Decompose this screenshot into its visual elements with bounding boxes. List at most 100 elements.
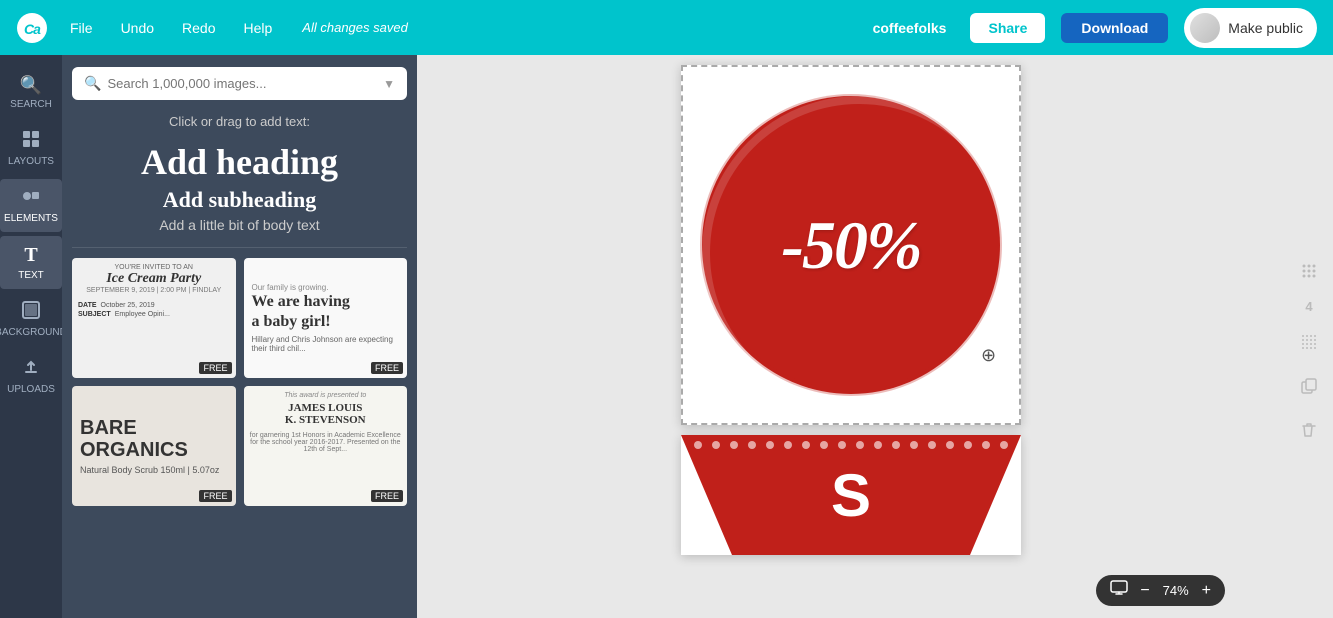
template-free-badge: FREE [199, 362, 231, 374]
template-award-name: JAMES LOUISK. STEVENSON [250, 402, 402, 426]
template-growing-text: Our family is growing. [252, 283, 400, 292]
search-icon: 🔍 [20, 75, 42, 96]
banner-dot [676, 441, 684, 449]
dotted-grid-icon[interactable] [1293, 326, 1325, 358]
menu-help[interactable]: Help [238, 16, 279, 40]
text-icon: T [24, 244, 37, 267]
canvas-area[interactable]: -50% ⊕ [417, 55, 1285, 618]
banner-dot [928, 441, 936, 449]
banner-dot [784, 441, 792, 449]
banner-letter: S [831, 461, 871, 530]
icon-sidebar: 🔍 SEARCH LAYOUTS ELEMENTS [0, 55, 62, 618]
template-bare-product: Natural Body Scrub 150ml | 5.07oz [80, 465, 228, 475]
svg-text:Ca: Ca [24, 21, 41, 37]
template-date-label: DATE [78, 302, 97, 309]
banner-dots-top [676, 441, 1026, 449]
make-public-button[interactable]: Make public [1184, 8, 1317, 48]
template-subject-value: Employee Opini... [115, 311, 170, 318]
template-ice-cream[interactable]: YOU'RE INVITED TO AN Ice Cream Party SEP… [72, 258, 236, 378]
template-subject-label: SUBJECT [78, 311, 111, 318]
zoom-controls: − 74% + [1096, 575, 1225, 606]
banner-dot [730, 441, 738, 449]
template-baby-heading: We are having a baby girl! [252, 292, 400, 330]
download-button[interactable]: Download [1061, 13, 1168, 43]
zoom-in-button[interactable]: + [1198, 582, 1215, 600]
menu-redo[interactable]: Redo [176, 16, 221, 40]
banner-dot [964, 441, 972, 449]
red-circle-container: -50% [681, 65, 1021, 425]
search-bar[interactable]: 🔍 ▼ [72, 67, 407, 100]
banner-dot [820, 441, 828, 449]
add-body-button[interactable]: Add a little bit of body text [72, 217, 407, 233]
template-party-details: SEPTEMBER 9, 2019 | 2:00 PM | FINDLAY [78, 287, 230, 294]
add-subheading-button[interactable]: Add subheading [72, 187, 407, 213]
topbar: Ca File Undo Redo Help All changes saved… [0, 0, 1333, 55]
discount-text: -50% [781, 206, 920, 285]
sidebar-item-background[interactable]: BACKGROUND [0, 293, 62, 346]
main-layout: 🔍 SEARCH LAYOUTS ELEMENTS [0, 55, 1333, 618]
chevron-down-icon: ▼ [383, 77, 395, 91]
left-panel: 🔍 ▼ Click or drag to add text: Add headi… [62, 55, 417, 618]
banner-dot [712, 441, 720, 449]
banner-dot [766, 441, 774, 449]
zoom-level-display: 74% [1158, 583, 1194, 598]
sidebar-item-layouts[interactable]: LAYOUTS [0, 122, 62, 175]
banner-dot [748, 441, 756, 449]
search-input[interactable] [107, 76, 377, 91]
add-heading-button[interactable]: Add heading [72, 141, 407, 183]
template-date-value: October 25, 2019 [101, 302, 155, 309]
banner-dot [856, 441, 864, 449]
duplicate-icon[interactable] [1293, 370, 1325, 402]
canvas-page-1[interactable]: -50% ⊕ [681, 65, 1021, 425]
banner-dot [802, 441, 810, 449]
drag-hint-text: Click or drag to add text: [72, 114, 407, 129]
banner-dot [982, 441, 990, 449]
template-award-presented: This award is presented to [250, 392, 402, 399]
menu-undo[interactable]: Undo [115, 16, 160, 40]
template-party-title: Ice Cream Party [78, 271, 230, 287]
template-bare-organics[interactable]: BARE ORGANICS Natural Body Scrub 150ml |… [72, 386, 236, 506]
elements-icon [22, 187, 40, 210]
template-award-free-badge: FREE [371, 490, 403, 502]
layouts-icon [22, 130, 40, 153]
template-baby-subtext: Hillary and Chris Johnson are expecting … [252, 335, 400, 353]
avatar [1190, 13, 1220, 43]
banner-dot [694, 441, 702, 449]
template-award[interactable]: This award is presented to JAMES LOUISK.… [244, 386, 408, 506]
canvas-page-2[interactable]: S [681, 435, 1021, 555]
saved-status: All changes saved [302, 20, 856, 35]
template-bare-brand: BARE ORGANICS [80, 417, 228, 461]
banner-dot [874, 441, 882, 449]
banner-dot [910, 441, 918, 449]
menu-file[interactable]: File [64, 16, 99, 40]
banner-element[interactable]: S [681, 435, 1021, 555]
username: coffeefolks [873, 20, 947, 36]
template-bare-free-badge: FREE [199, 490, 231, 502]
sidebar-item-search[interactable]: 🔍 SEARCH [0, 67, 62, 118]
uploads-icon [22, 358, 40, 381]
banner-dot [1018, 441, 1026, 449]
banner-dot [1000, 441, 1008, 449]
canva-logo[interactable]: Ca [16, 12, 48, 44]
banner-dot [892, 441, 900, 449]
sidebar-item-uploads[interactable]: UPLOADS [0, 350, 62, 403]
background-icon [22, 301, 40, 324]
template-grid: YOU'RE INVITED TO AN Ice Cream Party SEP… [72, 258, 407, 506]
banner-dot [946, 441, 954, 449]
sidebar-item-elements[interactable]: ELEMENTS [0, 179, 62, 232]
red-circle-element[interactable]: -50% [706, 100, 996, 390]
search-icon-panel: 🔍 [84, 75, 101, 92]
zoom-out-button[interactable]: − [1136, 582, 1153, 600]
divider [72, 247, 407, 248]
banner-dot [838, 441, 846, 449]
right-sidebar: 4 [1285, 55, 1333, 618]
grid-dots-icon[interactable] [1293, 255, 1325, 287]
sidebar-item-text[interactable]: T TEXT [0, 236, 62, 289]
template-invited-text: YOU'RE INVITED TO AN [78, 264, 230, 271]
share-button[interactable]: Share [970, 13, 1045, 43]
delete-icon[interactable] [1293, 414, 1325, 446]
template-baby[interactable]: Our family is growing. We are having a b… [244, 258, 408, 378]
layer-number: 4 [1305, 299, 1312, 314]
template-baby-free-badge: FREE [371, 362, 403, 374]
present-icon[interactable] [1106, 580, 1132, 601]
